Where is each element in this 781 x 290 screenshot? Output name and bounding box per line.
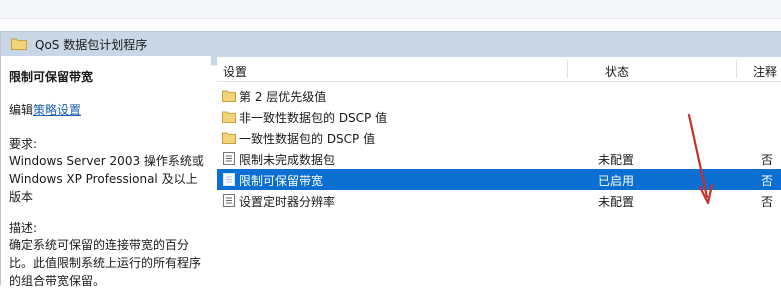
policy-setting-icon (223, 152, 235, 165)
folder-icon (11, 38, 27, 50)
requirements-label: 要求: (9, 137, 38, 151)
setting-state: 已启用 (598, 174, 635, 188)
description-text: 确定系统可保留的连接带宽的百分比。此值限制系统上运行的所有程序的组合带宽保留。 (9, 238, 202, 288)
setting-state: 未配置 (598, 153, 635, 167)
red-arrow-annotation-icon (687, 113, 714, 205)
setting-name: 一致性数据包的 DSCP 值 (239, 132, 376, 146)
column-header-setting[interactable]: 设置 (223, 63, 247, 80)
folder-icon (222, 90, 236, 102)
requirements-text: Windows Server 2003 操作系统或 Windows XP Pro… (9, 154, 204, 204)
policy-setting-icon (223, 173, 235, 186)
path-header-title: QoS 数据包计划程序 (35, 38, 148, 52)
column-divider[interactable] (567, 60, 568, 78)
path-header-bar: QoS 数据包计划程序 (1, 32, 781, 56)
setting-name: 设置定时器分辨率 (239, 195, 336, 209)
setting-name: 限制未完成数据包 (239, 153, 336, 167)
folder-icon (222, 132, 236, 144)
policy-editor-panel: QoS 数据包计划程序 限制可保留带宽 编辑策略设置 要求: Windows S… (0, 31, 781, 288)
edit-prefix: 编辑 (9, 103, 34, 117)
window-top-strip (0, 0, 781, 19)
setting-note: 否 (761, 195, 774, 209)
list-item[interactable]: 第 2 层优先级值 (217, 85, 781, 106)
settings-list-pane: 设置 状态 注释 第 2 层优先级值 非一致性数据包的 DSCP 值 一致性数据… (217, 57, 781, 285)
setting-note: 否 (761, 174, 774, 188)
selected-setting-title: 限制可保留带宽 (9, 70, 94, 84)
setting-name: 第 2 层优先级值 (239, 90, 327, 104)
setting-note: 否 (761, 153, 774, 167)
column-header-note[interactable]: 注释 (753, 63, 777, 80)
setting-name: 限制可保留带宽 (239, 174, 324, 188)
policy-setting-icon (223, 194, 235, 207)
column-header-state[interactable]: 状态 (605, 63, 629, 80)
setting-name: 非一致性数据包的 DSCP 值 (239, 111, 388, 125)
column-divider[interactable] (736, 60, 737, 78)
setting-state: 未配置 (598, 195, 635, 209)
column-header-row: 设置 状态 注释 (217, 57, 781, 82)
folder-icon (222, 111, 236, 123)
extended-description-pane: 限制可保留带宽 编辑策略设置 要求: Windows Server 2003 操… (1, 56, 211, 288)
edit-policy-line: 编辑策略设置 (9, 101, 81, 118)
description-label: 描述: (9, 221, 38, 235)
edit-policy-settings-link[interactable]: 策略设置 (33, 103, 81, 117)
